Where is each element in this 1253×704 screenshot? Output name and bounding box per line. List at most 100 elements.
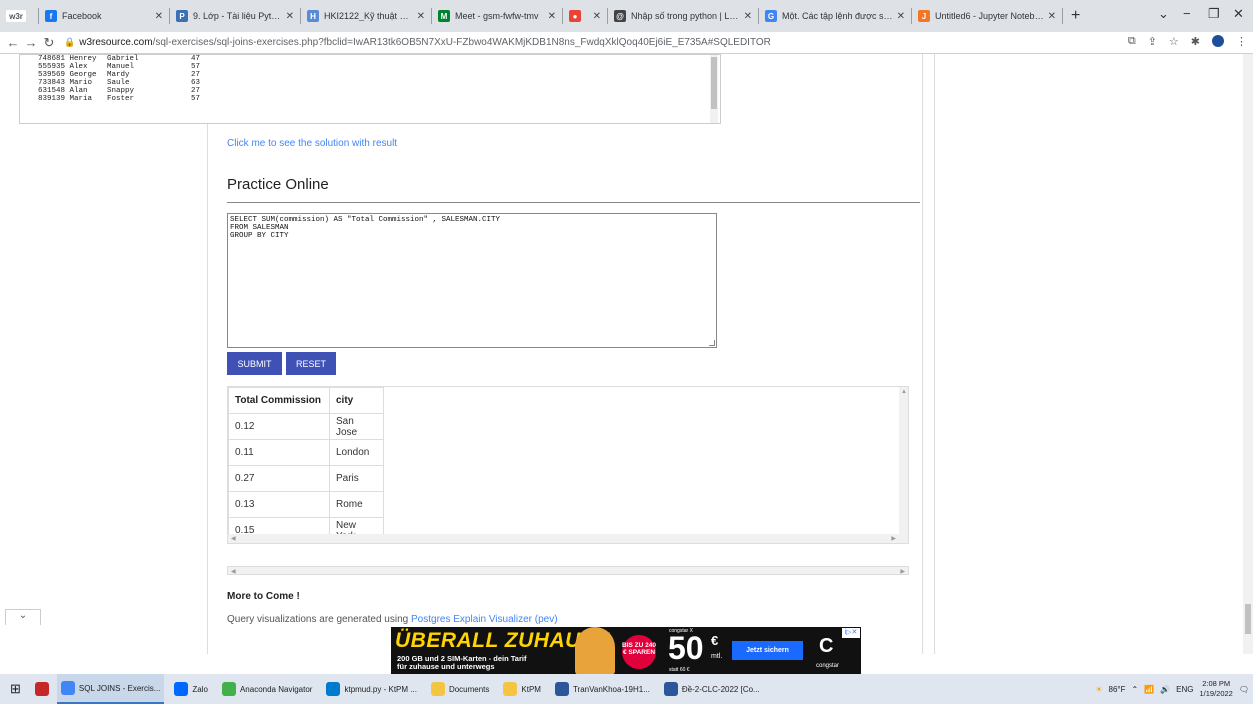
ad-cta-button[interactable]: Jetzt sichern — [732, 641, 803, 660]
tab-favicon-icon: f — [45, 10, 57, 22]
browser-tab[interactable]: H HKI2122_Kỹ thuật phần mềm ư ✕ — [301, 0, 431, 32]
output-cell: Mardy — [107, 71, 130, 79]
tab-search-icon[interactable]: ⌄ — [1158, 6, 1169, 22]
browser-tab[interactable]: G Một. Các tập lệnh được sử dụn ✕ — [759, 0, 911, 32]
taskbar-app[interactable]: TranVanKhoa-19H1... — [551, 674, 654, 704]
output-cell: Saule — [107, 79, 130, 87]
app-icon — [663, 682, 678, 696]
taskbar-app[interactable]: Zalo — [170, 674, 212, 704]
address-bar: ← → ↻ 🔒 w3resource.com/sql-exercises/sql… — [0, 32, 1253, 54]
result-vertical-scrollbar[interactable]: ▲ — [899, 387, 908, 543]
pev-link[interactable]: Postgres Explain Visualizer (pev) — [411, 614, 558, 625]
taskbar-app[interactable]: KtPM — [499, 674, 545, 704]
output-cell: 631548 Alan — [38, 87, 88, 95]
solution-link[interactable]: Click me to see the solution with result — [227, 138, 397, 149]
tab-close-icon[interactable]: ✕ — [155, 11, 163, 22]
browser-tab[interactable]: P 9. Lớp - Tài liệu Python 3.10.2 ✕ — [170, 0, 300, 32]
output-cell: Manuel — [107, 63, 135, 71]
viz-text: Query visualizations are generated using — [227, 614, 411, 625]
tab-close-icon[interactable]: ✕ — [744, 11, 752, 22]
browser-tab[interactable]: f Facebook ✕ — [39, 0, 169, 32]
tab-close-icon[interactable]: ✕ — [593, 11, 601, 22]
result-horizontal-scrollbar[interactable]: ◀ ▶ — [228, 534, 908, 543]
result-panel: Total Commission city 0.12 San Jose 0.11 Lo… — [227, 386, 909, 544]
app-icon — [60, 681, 75, 695]
browser-tab[interactable]: M Meet - gsm-fwfw-tmv ✕ — [432, 0, 562, 32]
tab-close-icon[interactable]: ✕ — [417, 11, 425, 22]
output-cell: 27 — [191, 71, 201, 79]
submit-button[interactable]: SUBMIT — [227, 352, 282, 375]
sql-editor-textarea[interactable]: SELECT SUM(commission) AS "Total Commiss… — [227, 213, 717, 348]
translate-icon[interactable]: ⧉ — [1128, 35, 1136, 48]
table-row: 0.11 London — [228, 439, 384, 466]
tab-close-icon[interactable]: ✕ — [286, 11, 294, 22]
minimize-button[interactable]: − — [1183, 6, 1191, 21]
taskbar-app-label: Documents — [448, 684, 490, 694]
network-icon[interactable]: 📶 — [1144, 685, 1154, 694]
ad-person-image — [575, 627, 615, 675]
lock-icon[interactable]: 🔒 — [64, 37, 75, 48]
close-window-button[interactable]: ✕ — [1233, 6, 1244, 22]
ad-close-icon[interactable]: i▷✕ — [842, 628, 860, 638]
tab-close-icon[interactable]: ✕ — [548, 11, 556, 22]
windows-taskbar: ⊞ SQL JOINS - Exercis... Zalo Anaconda Nav… — [0, 674, 1253, 704]
url-field[interactable]: w3resource.com/sql-exercises/sql-joins-e… — [79, 37, 1129, 48]
taskbar-app[interactable]: Anaconda Navigator — [218, 674, 317, 704]
collapse-chevron-icon[interactable]: ⌄ — [5, 609, 41, 625]
browser-tab[interactable]: @ Nhập số trong python | Laptri ✕ — [608, 0, 758, 32]
taskbar-app[interactable]: Documents — [427, 674, 493, 704]
browser-tab[interactable]: w3r — [0, 0, 38, 32]
tab-title: Nhập số trong python | Laptri — [631, 11, 740, 21]
output-cell: 57 — [191, 95, 201, 103]
taskbar-app[interactable]: SQL JOINS - Exercis... — [56, 674, 165, 704]
pinned-app-icon[interactable] — [31, 674, 57, 704]
practice-title: Practice Online — [227, 176, 329, 193]
app-icon — [326, 682, 341, 696]
reset-button[interactable]: RESET — [286, 352, 336, 375]
output-cell: 555935 Alex — [38, 63, 88, 71]
notification-icon[interactable]: 🗨 — [1239, 685, 1249, 694]
share-icon[interactable]: ⇪ — [1148, 35, 1157, 48]
browser-tab-bar: w3r f Facebook ✕ P 9. Lớp - Tài liệu Python 3… — [0, 0, 1253, 32]
language-indicator[interactable]: ENG — [1176, 685, 1193, 694]
clock[interactable]: 2:08 PM 1/19/2022 — [1199, 679, 1232, 699]
forward-icon[interactable]: → — [22, 35, 40, 50]
back-icon[interactable]: ← — [4, 35, 22, 50]
volume-icon[interactable]: 🔊 — [1160, 685, 1170, 694]
outer-horizontal-scrollbar[interactable]: ◀ ▶ — [227, 566, 909, 575]
advertisement-banner[interactable]: ÜBERALL ZUHAUSE 200 GB und 2 SIM-Karten … — [391, 627, 861, 675]
output-scrollbar[interactable] — [710, 55, 718, 123]
browser-tab[interactable]: J Untitled6 - Jupyter Notebook ✕ — [912, 0, 1062, 32]
maximize-button[interactable]: ❐ — [1208, 6, 1220, 22]
weather-icon[interactable]: ☀ — [1095, 685, 1102, 694]
page-scrollbar[interactable] — [1243, 54, 1253, 654]
output-cell: 839139 Maria — [38, 95, 93, 103]
start-windows-icon[interactable]: ⊞ — [0, 674, 31, 704]
output-row: 555935 Alex Manuel 57 — [38, 63, 720, 71]
column-header: city — [329, 387, 384, 414]
taskbar-app-label: Zalo — [192, 684, 208, 694]
table-cell: London — [329, 439, 384, 466]
output-cell: 748681 Henrey — [38, 55, 97, 63]
browser-tab[interactable]: ● ✕ — [563, 0, 607, 32]
menu-icon[interactable]: ⋮ — [1236, 35, 1247, 48]
tab-close-icon[interactable]: ✕ — [897, 11, 905, 22]
output-cell: Gabriel — [107, 55, 139, 63]
new-tab-button[interactable]: + — [1063, 7, 1088, 25]
taskbar-app[interactable]: ktpmud.py - KtPM ... — [322, 674, 420, 704]
output-cell: 539569 George — [38, 71, 97, 79]
reload-icon[interactable]: ↻ — [40, 35, 58, 51]
bookmark-star-icon[interactable]: ☆ — [1169, 35, 1179, 48]
tab-close-icon[interactable]: ✕ — [1048, 11, 1056, 22]
table-row: 0.13 Rome — [228, 491, 384, 518]
profile-avatar[interactable] — [1212, 35, 1224, 47]
table-cell: 0.11 — [228, 439, 330, 466]
resize-handle[interactable] — [709, 340, 715, 346]
extensions-icon[interactable]: ✱ — [1191, 35, 1200, 48]
table-cell: Rome — [329, 491, 384, 518]
taskbar-app[interactable]: Đề-2-CLC-2022 [Co... — [660, 674, 764, 704]
sample-output-box: 748681 Henrey Gabriel 47 555935 Alex Manuel 5… — [19, 54, 721, 124]
weather-temp[interactable]: 86°F — [1109, 685, 1126, 694]
tab-favicon-icon: J — [918, 10, 930, 22]
tray-chevron-icon[interactable]: ⌃ — [1131, 685, 1138, 694]
